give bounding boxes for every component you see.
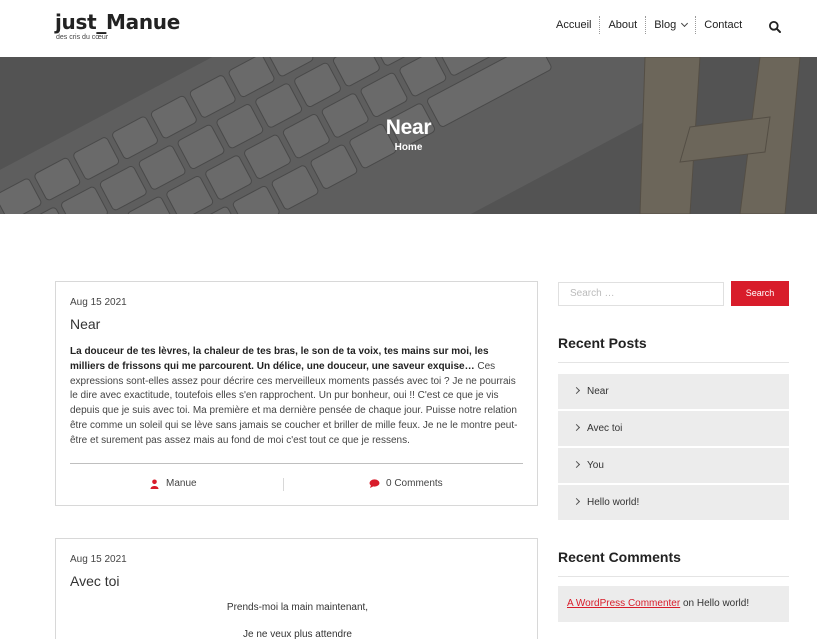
comment-icon	[369, 479, 380, 488]
comment-author-link[interactable]: A WordPress Commenter	[567, 598, 680, 609]
main-nav: Accueil About Blog Contact	[548, 16, 750, 34]
post-date[interactable]: Aug 15 2021	[70, 554, 127, 565]
recent-comment-item: A WordPress Commenter on Hello world!	[558, 586, 789, 622]
post-comments-count: 0 Comments	[386, 478, 443, 489]
post-poem-line: Prends-moi la main maintenant,	[226, 602, 369, 613]
chevron-right-icon	[572, 497, 581, 506]
site-header: just_Manue des cris du cœur Accueil Abou…	[0, 0, 817, 57]
site-tagline: des cris du cœur	[56, 34, 109, 41]
recent-post-label: You	[587, 460, 604, 471]
recent-post-item[interactable]: Near	[558, 374, 789, 409]
chevron-right-icon	[572, 423, 581, 432]
widget-divider	[558, 362, 789, 363]
comment-post-link[interactable]: Hello world!	[697, 598, 749, 609]
nav-item-blog[interactable]: Blog	[645, 16, 695, 34]
post-poem-line: Je ne veux plus attendre	[243, 629, 352, 639]
nav-item-accueil[interactable]: Accueil	[548, 16, 599, 34]
post-author-name: Manue	[166, 478, 197, 489]
site-branding: just_Manue des cris du cœur	[55, 10, 180, 42]
search-icon[interactable]	[768, 20, 782, 34]
recent-post-label: Hello world!	[587, 497, 640, 508]
post-divider	[70, 463, 523, 464]
widget-divider	[558, 576, 789, 577]
chevron-right-icon	[572, 386, 581, 395]
recent-post-item[interactable]: Hello world!	[558, 485, 789, 520]
search-input[interactable]: Search …	[558, 282, 724, 306]
post-author[interactable]: Manue	[150, 478, 197, 489]
chevron-down-icon	[681, 19, 689, 28]
site-title[interactable]: just_Manue	[55, 10, 180, 34]
user-icon	[150, 479, 159, 489]
recent-posts-heading: Recent Posts	[558, 335, 647, 351]
nav-item-blog-label: Blog	[654, 19, 677, 31]
post-excerpt-text: Ces expressions sont-elles assez pour dé…	[70, 360, 518, 446]
chevron-right-icon	[572, 460, 581, 469]
breadcrumb[interactable]: Home	[0, 142, 817, 153]
recent-comments-heading: Recent Comments	[558, 549, 681, 565]
post-title[interactable]: Near	[70, 316, 100, 332]
recent-post-item[interactable]: You	[558, 448, 789, 483]
post-excerpt-bold: La douceur de tes lèvres, la chaleur de …	[70, 346, 489, 372]
search-button[interactable]: Search	[731, 281, 789, 306]
meta-separator	[283, 478, 284, 491]
post-title[interactable]: Avec toi	[70, 573, 120, 589]
post-comments-link[interactable]: 0 Comments	[369, 478, 443, 489]
recent-post-label: Near	[587, 386, 609, 397]
nav-item-about[interactable]: About	[599, 16, 645, 34]
comment-on-text: on	[682, 598, 695, 609]
page-title: Near	[385, 116, 432, 139]
post-excerpt: La douceur de tes lèvres, la chaleur de …	[70, 345, 526, 449]
post-date[interactable]: Aug 15 2021	[70, 297, 127, 308]
post-card: Aug 15 2021 Near La douceur de tes lèvre…	[55, 281, 538, 506]
recent-post-label: Avec toi	[587, 423, 623, 434]
recent-post-item[interactable]: Avec toi	[558, 411, 789, 446]
post-card: Aug 15 2021 Avec toi Prends-moi la main …	[55, 538, 538, 639]
nav-item-contact[interactable]: Contact	[695, 16, 750, 34]
